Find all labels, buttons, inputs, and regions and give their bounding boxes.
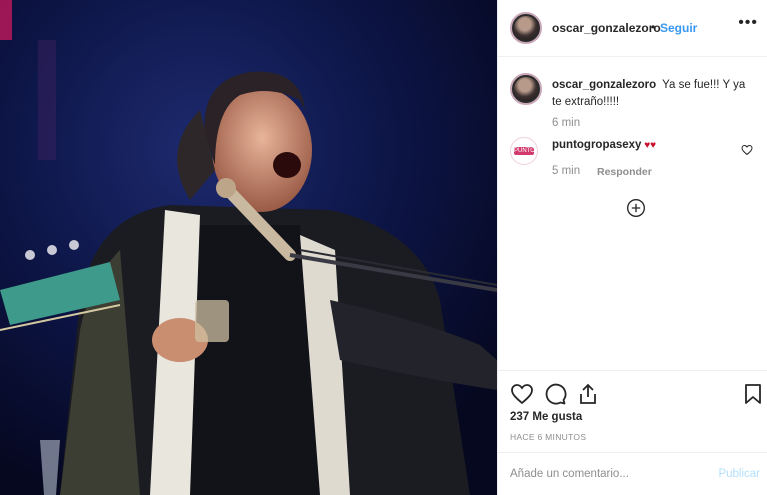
caption-username[interactable]: oscar_gonzalezoro: [552, 79, 656, 91]
publish-button[interactable]: Publicar: [718, 468, 760, 480]
follow-button[interactable]: Seguir: [660, 21, 697, 35]
commenter-logo-text: PUNTO G: [514, 147, 535, 162]
post-photo-illustration: [0, 0, 497, 495]
add-comment-input[interactable]: [510, 464, 700, 484]
header-separator: •: [651, 20, 656, 34]
comment-username[interactable]: puntogropasexy: [552, 139, 641, 151]
save-icon[interactable]: [741, 382, 765, 406]
add-comment-bar: Publicar: [498, 452, 767, 495]
share-icon[interactable]: [576, 382, 600, 406]
author-username[interactable]: oscar_gonzalezoro: [552, 21, 661, 35]
load-more-comments-icon[interactable]: [626, 198, 646, 218]
comment-heart-icon[interactable]: [741, 144, 753, 156]
author-avatar[interactable]: [510, 12, 542, 44]
more-icon[interactable]: •••: [738, 14, 758, 32]
comment: puntogropasexy ♥♥: [552, 139, 656, 151]
caption-avatar[interactable]: [510, 73, 542, 105]
comment-timestamp[interactable]: 5 min: [552, 165, 580, 177]
comment-text: ♥♥: [641, 140, 657, 151]
actions-divider: [498, 370, 767, 372]
commenter-avatar[interactable]: PUNTO G: [510, 137, 538, 165]
instagram-post-view: oscar_gonzalezoro • Seguir ••• oscar_gon…: [0, 0, 767, 495]
post-side-panel: oscar_gonzalezoro • Seguir ••• oscar_gon…: [497, 0, 767, 495]
post-photo[interactable]: [0, 0, 497, 495]
post-header: oscar_gonzalezoro • Seguir •••: [498, 0, 767, 57]
caption: oscar_gonzalezoro Ya se fue!!! Y ya te e…: [552, 77, 757, 111]
post-time-ago[interactable]: HACE 6 MINUTOS: [510, 432, 586, 442]
reply-button[interactable]: Responder: [597, 166, 652, 178]
caption-timestamp[interactable]: 6 min: [552, 117, 580, 129]
like-icon[interactable]: [510, 382, 534, 406]
comment-icon[interactable]: [543, 382, 567, 406]
likes-count[interactable]: 237 Me gusta: [510, 411, 582, 423]
